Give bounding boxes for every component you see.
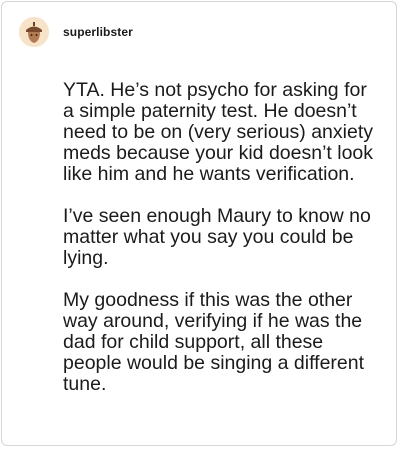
comment-body: YTA. He’s not psycho for asking for a si… xyxy=(63,80,383,395)
comment-card: superlibster YTA. He’s not psycho for as… xyxy=(1,1,397,446)
comment-paragraph: My goodness if this was the other way ar… xyxy=(63,289,365,395)
comment-paragraph: YTA. He’s not psycho for asking for a si… xyxy=(63,79,374,185)
comment-header: superlibster xyxy=(19,17,133,47)
comment-paragraph: I’ve seen enough Maury to know no matter… xyxy=(63,205,371,269)
acorn-avatar-icon xyxy=(19,17,49,47)
username[interactable]: superlibster xyxy=(63,25,133,39)
avatar[interactable] xyxy=(19,17,49,47)
thread-rail xyxy=(39,54,40,434)
